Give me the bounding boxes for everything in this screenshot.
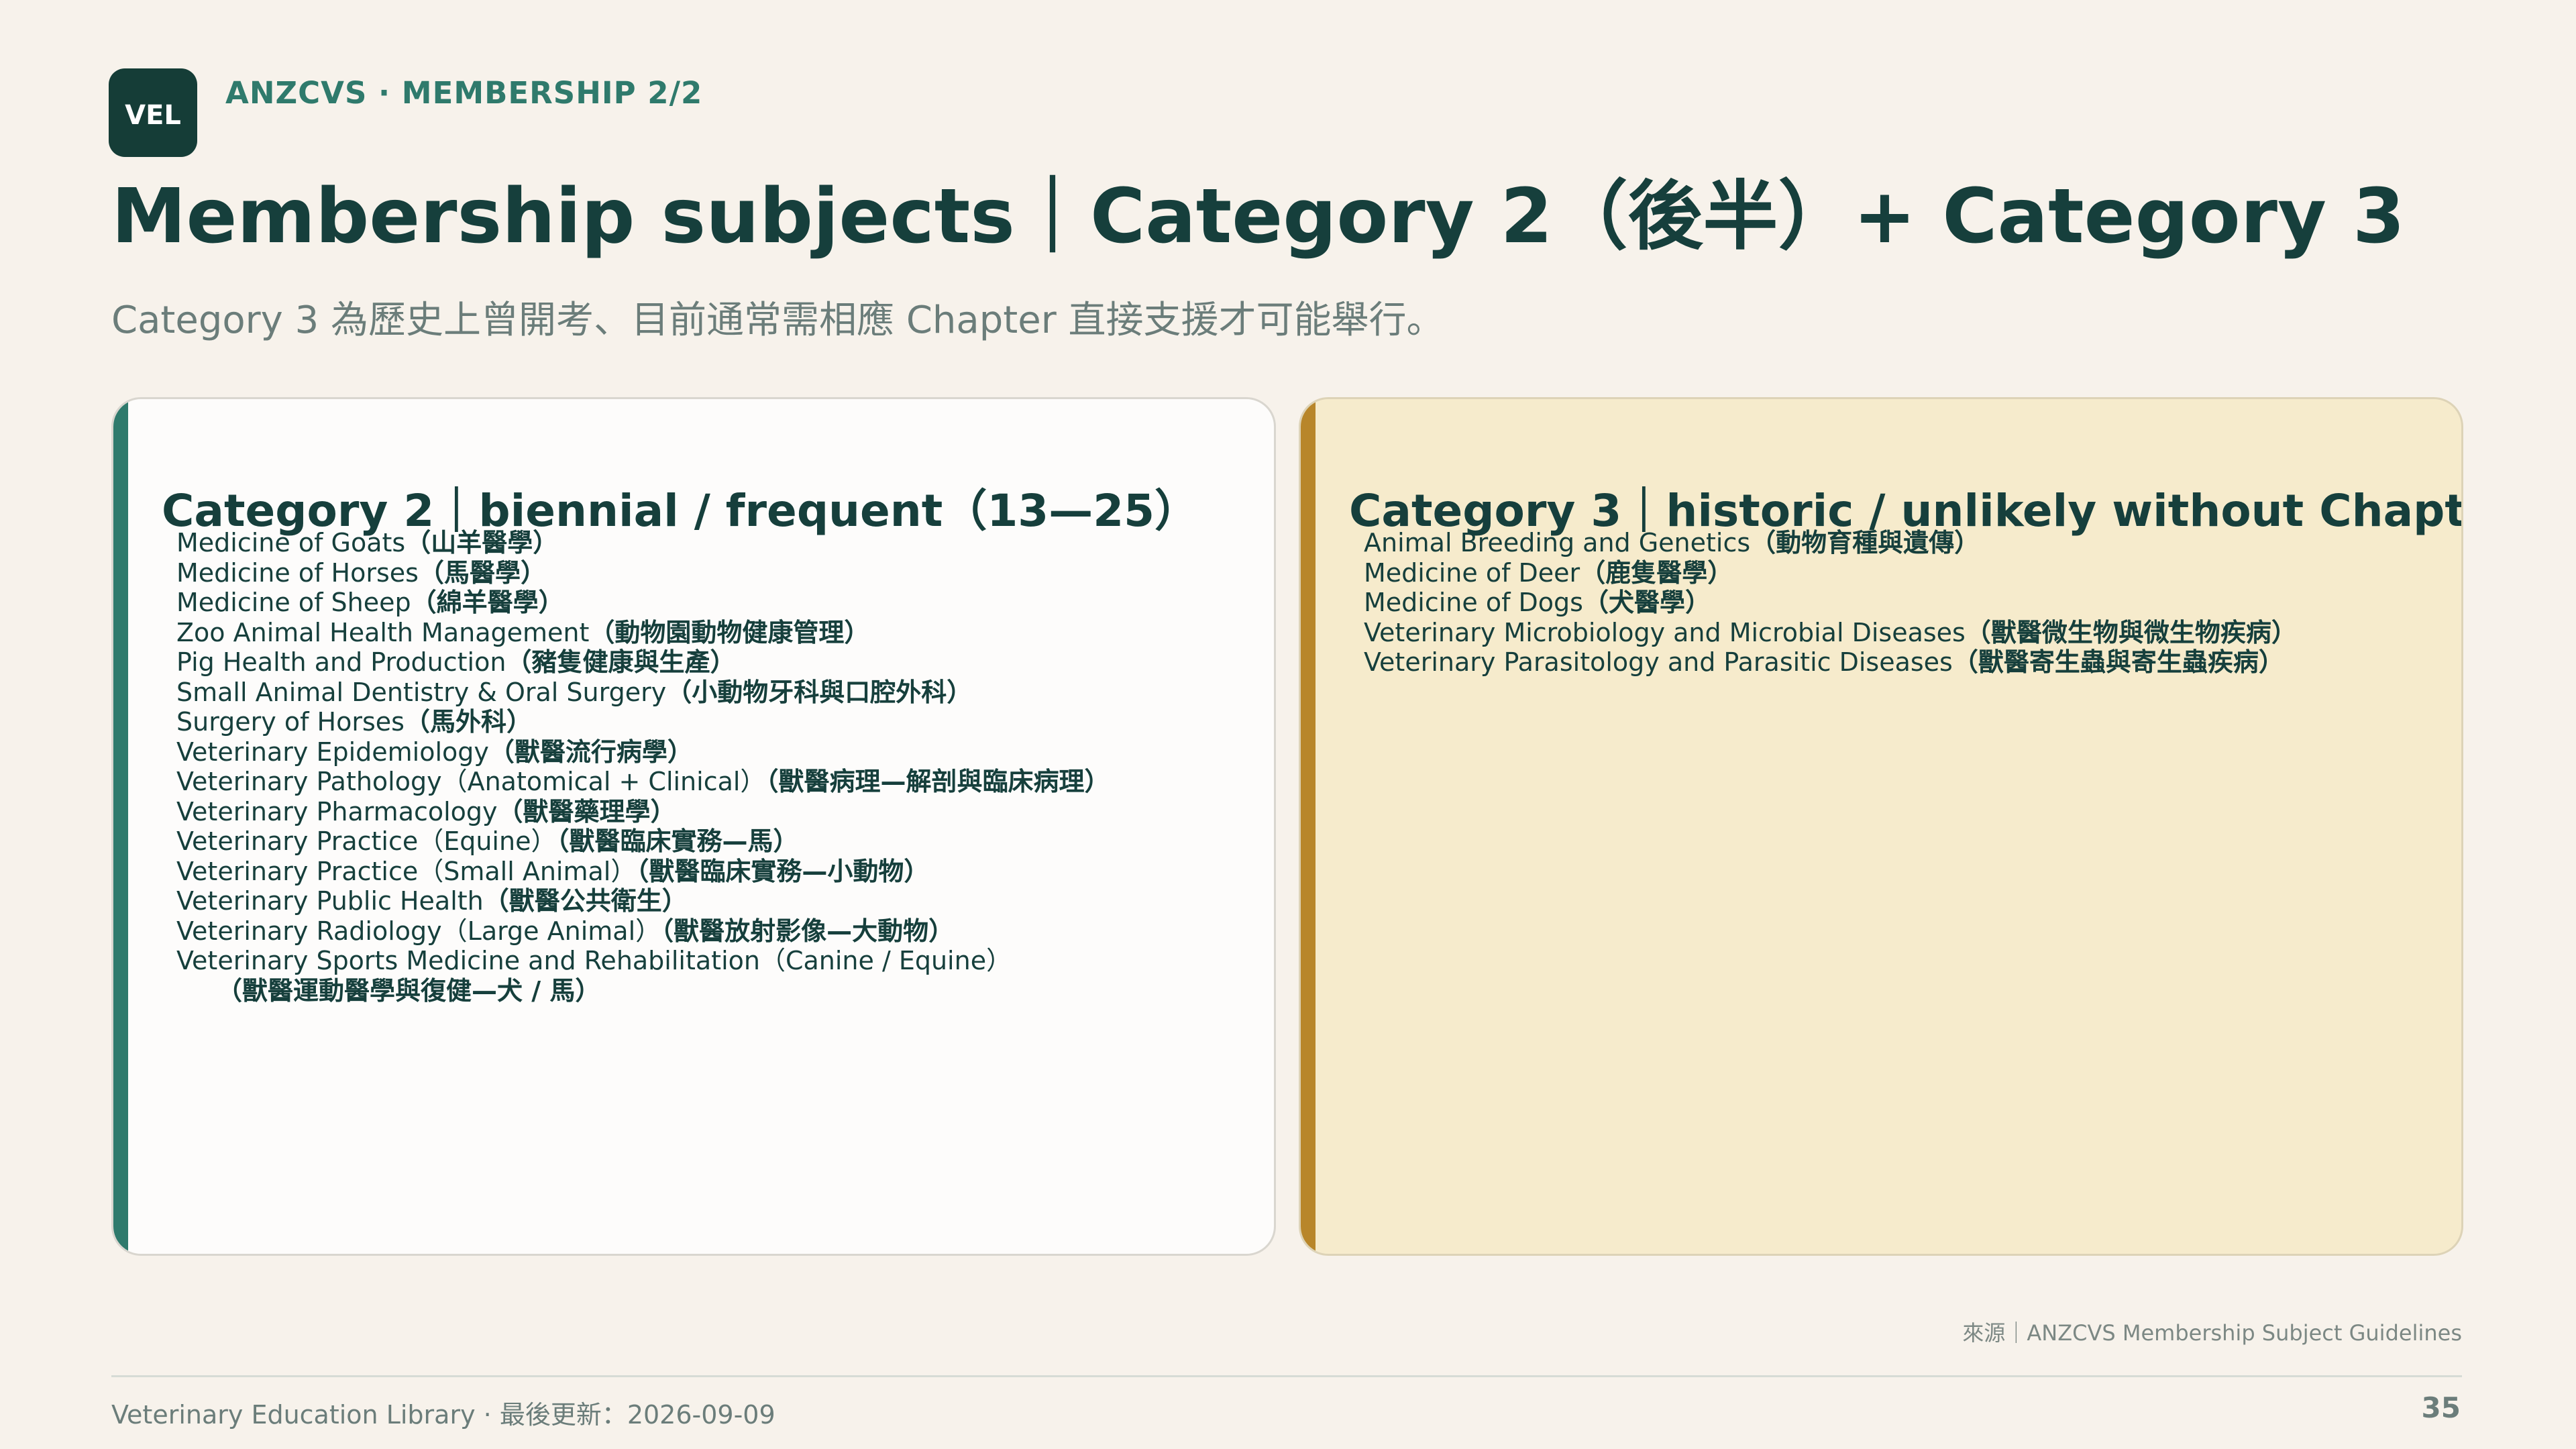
- subject-en: Veterinary Pharmacology: [176, 796, 498, 826]
- subject-item: Veterinary Radiology（Large Animal）（獸醫放射影…: [176, 916, 1110, 947]
- subject-en: Pig Health and Production: [176, 647, 506, 677]
- subject-en: Medicine of Dogs: [1364, 588, 1583, 617]
- page-title: Membership subjects｜Category 2（後半）+ Cate…: [111, 173, 2405, 260]
- subject-zh: （鹿隻醫學）: [1580, 557, 1733, 588]
- subject-item: Veterinary Pathology（Anatomical + Clinic…: [176, 767, 1110, 797]
- subject-item: Veterinary Microbiology and Microbial Di…: [1364, 618, 2297, 648]
- subject-en: Medicine of Deer: [1364, 557, 1580, 588]
- subject-item: Zoo Animal Health Management（動物園動物健康管理）: [176, 618, 1110, 648]
- subject-zh: （犬醫學）: [1582, 588, 1711, 617]
- subject-zh: （獸醫運動醫學與復健—犬 / 馬）: [217, 975, 601, 1006]
- subject-en: Veterinary Epidemiology: [176, 737, 489, 767]
- subject-zh: （獸醫病理—解剖與臨床病理）: [765, 767, 1110, 796]
- subject-zh: （獸醫放射影像—大動物）: [661, 916, 955, 946]
- source-note: 來源｜ANZCVS Membership Subject Guidelines: [1962, 1320, 2462, 1346]
- category-3-card: Category 3｜historic / unlikely without C…: [1299, 397, 2463, 1256]
- subject-en: Veterinary Public Health: [176, 886, 484, 916]
- subject-zh: （獸醫微生物與微生物疾病）: [1965, 617, 2297, 647]
- subject-item: Veterinary Parasitology and Parasitic Di…: [1364, 647, 2297, 678]
- category-2-accent-bar: [113, 399, 128, 1254]
- subject-en: Veterinary Radiology（Large Animal）: [176, 916, 661, 946]
- subject-en: Veterinary Parasitology and Parasitic Di…: [1364, 647, 1953, 677]
- subject-zh: （豬隻健康與生產）: [506, 647, 736, 677]
- subject-zh: （綿羊醫學）: [411, 588, 564, 617]
- subject-en: Medicine of Goats: [176, 528, 406, 557]
- subject-item: Veterinary Sports Medicine and Rehabilit…: [176, 946, 1110, 1006]
- subject-item: Medicine of Sheep（綿羊醫學）: [176, 588, 1110, 618]
- subject-item: Veterinary Practice（Equine）（獸醫臨床實務—馬）: [176, 826, 1110, 857]
- subject-zh: （獸醫藥理學）: [497, 796, 676, 826]
- subject-item: Veterinary Pharmacology（獸醫藥理學）: [176, 797, 1110, 827]
- page-subtitle: Category 3 為歷史上曾開考、目前通常需相應 Chapter 直接支援才…: [111, 299, 1444, 342]
- page-number: 35: [2421, 1391, 2461, 1424]
- subject-item: Veterinary Practice（Small Animal）（獸醫臨床實務…: [176, 857, 1110, 887]
- subject-item: Veterinary Epidemiology（獸醫流行病學）: [176, 737, 1110, 767]
- subject-zh: （獸醫臨床實務—小動物）: [636, 856, 930, 886]
- vel-logo: VEL: [109, 68, 197, 157]
- section-eyebrow: ANZCVS · MEMBERSHIP 2/2: [225, 75, 703, 111]
- subject-en: Medicine of Sheep: [176, 588, 411, 617]
- subject-zh: （馬醫學）: [418, 557, 546, 588]
- subject-en: Veterinary Practice（Equine）: [176, 826, 557, 856]
- category-2-card: Category 2｜biennial / frequent（13—25） Me…: [111, 397, 1276, 1256]
- category-2-subject-list: Medicine of Goats（山羊醫學） Medicine of Hors…: [176, 528, 1110, 1006]
- subject-item: Medicine of Horses（馬醫學）: [176, 558, 1110, 588]
- subject-item: Medicine of Dogs（犬醫學）: [1364, 588, 2297, 618]
- subject-en: Small Animal Dentistry & Oral Surgery: [176, 677, 667, 707]
- subject-zh: （動物園動物健康管理）: [589, 617, 870, 647]
- category-3-accent-bar: [1301, 399, 1316, 1254]
- subject-zh: （獸醫寄生蟲與寄生蟲疾病）: [1952, 647, 2284, 677]
- subject-item: Pig Health and Production（豬隻健康與生產）: [176, 647, 1110, 678]
- subject-item: Small Animal Dentistry & Oral Surgery（小動…: [176, 678, 1110, 708]
- subject-en: Animal Breeding and Genetics: [1364, 528, 1751, 557]
- subject-en: Veterinary Pathology（Anatomical + Clinic…: [176, 767, 766, 796]
- subject-en: Medicine of Horses: [176, 557, 419, 588]
- subject-zh: （獸醫流行病學）: [488, 737, 693, 767]
- subject-en: Zoo Animal Health Management: [176, 617, 590, 647]
- subject-item: Medicine of Goats（山羊醫學）: [176, 528, 1110, 558]
- subject-item: Animal Breeding and Genetics（動物育種與遺傳）: [1364, 528, 2297, 558]
- subject-en: Veterinary Microbiology and Microbial Di…: [1364, 617, 1966, 647]
- subject-zh: （馬外科）: [404, 707, 532, 737]
- subject-zh: （山羊醫學）: [405, 528, 559, 557]
- subject-en: Surgery of Horses: [176, 707, 405, 737]
- subject-item: Medicine of Deer（鹿隻醫學）: [1364, 558, 2297, 588]
- footer-library-update: Veterinary Education Library · 最後更新：2026…: [111, 1400, 775, 1430]
- subject-en: Veterinary Sports Medicine and Rehabilit…: [176, 946, 1012, 975]
- subject-en: Veterinary Practice（Small Animal）: [176, 856, 637, 886]
- subject-zh: （動物育種與遺傳）: [1750, 528, 1980, 557]
- subject-item: Surgery of Horses（馬外科）: [176, 707, 1110, 737]
- subject-zh: （獸醫公共衛生）: [483, 886, 688, 916]
- subject-zh: （獸醫臨床實務—馬）: [556, 826, 799, 856]
- subject-zh: （小動物牙科與口腔外科）: [666, 677, 973, 707]
- subject-item: Veterinary Public Health（獸醫公共衛生）: [176, 886, 1110, 916]
- footer-divider: [111, 1375, 2462, 1377]
- category-3-subject-list: Animal Breeding and Genetics（動物育種與遺傳） Me…: [1364, 528, 2297, 678]
